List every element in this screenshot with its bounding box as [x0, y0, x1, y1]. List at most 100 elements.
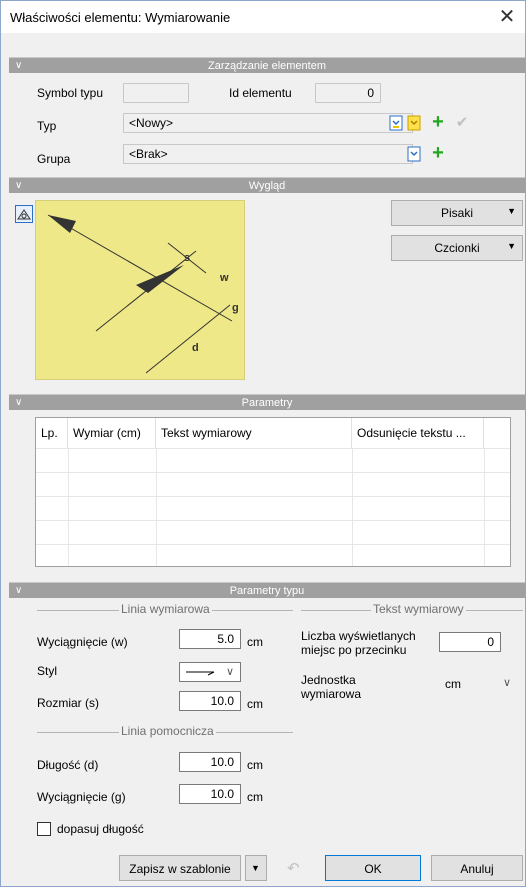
dlugosc-value: 10.0	[210, 755, 234, 769]
id-label: Id elementu	[229, 86, 292, 100]
grupa-value: <Brak>	[129, 147, 168, 161]
unit-label: cm	[247, 697, 263, 711]
col-divider	[156, 448, 157, 566]
chevron-down-icon: ∨	[502, 677, 511, 689]
typ-value: <Nowy>	[129, 116, 174, 130]
col-header[interactable]: Lp.	[36, 418, 68, 448]
camera-icon[interactable]	[15, 205, 33, 223]
chevron-down-icon: ∨	[225, 666, 234, 678]
liczba-label: Liczba wyświetlanych miejsc po przecinku	[301, 629, 416, 657]
czcionki-button[interactable]: Czcionki ▼	[391, 235, 523, 261]
pisaki-button[interactable]: Pisaki ▼	[391, 200, 523, 226]
section-look-header[interactable]: ∨ Wygląd	[9, 177, 525, 193]
rozmiar-value: 10.0	[210, 694, 234, 708]
wyciagniecie-g-input[interactable]: 10.0	[179, 784, 241, 804]
col-header[interactable]: Odsunięcie tekstu ...	[352, 418, 484, 448]
confirm-icon: ✔	[455, 114, 469, 131]
section-type-params-title: Parametry typu	[229, 585, 305, 597]
col-divider	[352, 448, 353, 566]
wyciagniecie-g-label: Wyciągnięcie (g)	[37, 790, 126, 804]
liczba-label-line1: Liczba wyświetlanych	[301, 629, 416, 643]
window-title: Właściwości elementu: Wymiarowanie	[10, 10, 231, 25]
jednostka-value: cm	[445, 677, 461, 691]
anuluj-button[interactable]: Anuluj	[431, 855, 523, 881]
dopasuj-checkbox[interactable]	[37, 822, 51, 836]
zapisz-label: Zapisz w szablonie	[129, 862, 231, 876]
dopasuj-label: dopasuj długość	[57, 822, 144, 836]
grupa-label: Grupa	[37, 152, 71, 166]
dropdown-arrow-icon: ▼	[251, 863, 260, 873]
wyciagniecie-g-value: 10.0	[210, 787, 234, 801]
title-bar: Właściwości elementu: Wymiarowanie ✕	[1, 1, 525, 33]
czcionki-label: Czcionki	[434, 241, 480, 255]
col-header[interactable]: Wymiar (cm)	[68, 418, 156, 448]
id-value: 0	[367, 86, 374, 100]
anuluj-label: Anuluj	[460, 862, 494, 876]
unit-label: cm	[247, 758, 263, 772]
table-row[interactable]	[36, 448, 510, 472]
zapisz-button[interactable]: Zapisz w szablonie	[119, 855, 241, 881]
dimension-preview: s w g d	[35, 200, 245, 380]
tekst-wymiarowy-label: Tekst wymiarowy	[371, 602, 466, 616]
table-row[interactable]	[36, 520, 510, 544]
liczba-value: 0	[487, 635, 494, 649]
dlugosc-input[interactable]: 10.0	[179, 752, 241, 772]
label-s: s	[184, 252, 190, 264]
col-header[interactable]: Tekst wymiarowy	[156, 418, 352, 448]
properties-dialog: Właściwości elementu: Wymiarowanie ✕ ∨ Z…	[0, 0, 526, 887]
undo-button: ↶	[277, 855, 315, 881]
undo-icon: ↶	[287, 860, 300, 877]
section-look-title: Wygląd	[248, 180, 286, 192]
symbol-label: Symbol typu	[37, 86, 104, 100]
pisaki-label: Pisaki	[440, 206, 473, 220]
dropdown-arrow-icon: ▼	[507, 241, 516, 251]
id-field: 0	[315, 83, 381, 103]
add-type-icon[interactable]: +	[429, 112, 447, 132]
jednostka-label-line1: Jednostka	[301, 673, 356, 687]
add-group-icon[interactable]: +	[429, 143, 447, 163]
wyciagniecie-w-input[interactable]: 5.0	[179, 629, 241, 649]
rozmiar-input[interactable]: 10.0	[179, 691, 241, 711]
section-type-params-header[interactable]: ∨ Parametry typu	[9, 582, 525, 598]
arrow-style-icon	[186, 671, 215, 676]
section-manage-header[interactable]: ∨ Zarządzanie elementem	[9, 57, 525, 73]
linia-wymiarowa-label: Linia wymiarowa	[119, 602, 212, 616]
jednostka-label-line2: wymiarowa	[301, 687, 362, 701]
ok-label: OK	[364, 862, 382, 876]
wyciagniecie-w-label: Wyciągnięcie (w)	[37, 635, 128, 649]
table-row[interactable]	[36, 544, 510, 566]
jednostka-label: Jednostka wymiarowa	[301, 673, 361, 701]
typ-label: Typ	[37, 119, 57, 133]
close-icon[interactable]: ✕	[495, 5, 519, 29]
table-row[interactable]	[36, 496, 510, 520]
grupa-field[interactable]: <Brak>	[123, 144, 413, 164]
linia-pomocnicza-label: Linia pomocnicza	[119, 724, 216, 738]
typ-field[interactable]: <Nowy>	[123, 113, 413, 133]
wyciagniecie-w-value: 5.0	[217, 632, 234, 646]
col-divider	[484, 448, 485, 566]
dlugosc-label: Długość (d)	[37, 758, 99, 772]
group-edit-icon[interactable]	[405, 145, 423, 163]
rozmiar-label: Rozmiar (s)	[37, 696, 99, 710]
styl-select[interactable]: ∨	[179, 662, 241, 682]
label-g: g	[232, 302, 239, 314]
dimension-diagram: s w g d	[47, 214, 239, 374]
params-table[interactable]: Lp. Wymiar (cm) Tekst wymiarowy Odsunięc…	[35, 417, 511, 567]
section-params-header[interactable]: ∨ Parametry	[9, 394, 525, 410]
section-params-title: Parametry	[241, 397, 293, 409]
unit-label: cm	[247, 635, 263, 649]
edit-icon[interactable]	[387, 114, 405, 132]
zapisz-dropdown-button[interactable]: ▼	[245, 855, 267, 881]
col-divider	[68, 448, 69, 566]
unit-label: cm	[247, 790, 263, 804]
liczba-label-line2: miejsc po przecinku	[301, 643, 407, 657]
yellow-edit-icon[interactable]	[405, 114, 423, 132]
ok-button[interactable]: OK	[325, 855, 421, 881]
label-d: d	[192, 342, 199, 354]
styl-label: Styl	[37, 664, 58, 678]
symbol-field[interactable]	[123, 83, 189, 103]
dropdown-arrow-icon: ▼	[507, 206, 516, 216]
jednostka-select[interactable]: cm ∨	[439, 674, 519, 694]
table-row[interactable]	[36, 472, 510, 496]
liczba-input[interactable]: 0	[439, 632, 501, 652]
